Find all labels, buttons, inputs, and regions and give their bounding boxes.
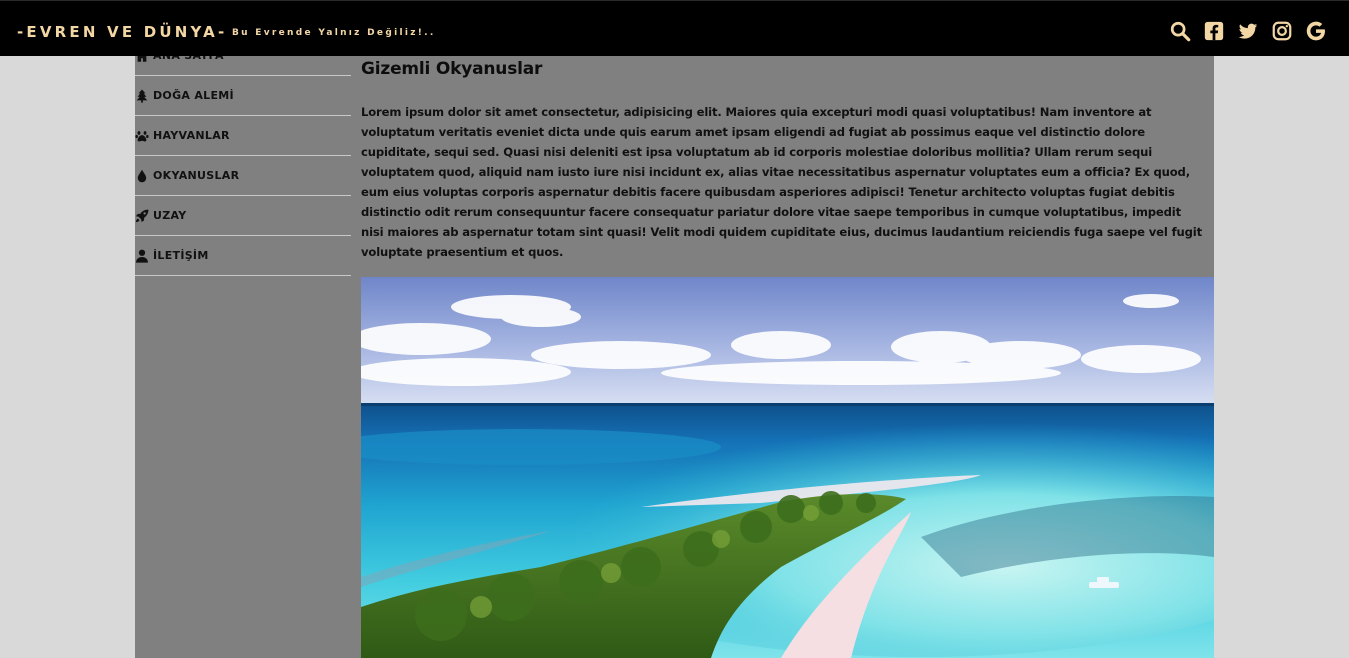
tree-icon [135, 88, 149, 103]
site-tagline: Bu Evrende Yalnız Değiliz!.. [232, 28, 436, 38]
user-icon [135, 249, 149, 263]
water-drop-icon [135, 169, 149, 183]
search-icon[interactable] [1169, 20, 1191, 42]
main-content: Gizemli Okyanuslar Lorem ipsum dolor sit… [361, 56, 1214, 658]
content-wrapper: ANA SAYFA DOĞA ALEMİ HAYVANLAR OKYANUSLA… [135, 0, 1214, 658]
article-paragraph: Lorem ipsum dolor sit amet consectetur, … [361, 105, 1202, 259]
sidebar-item-hayvanlar[interactable]: HAYVANLAR [135, 116, 351, 156]
sidebar-item-label: HAYVANLAR [153, 129, 230, 142]
sidebar-item-label: UZAY [153, 209, 187, 222]
top-navbar: -EVREN VE DÜNYA- Bu Evrende Yalnız Değil… [0, 0, 1349, 56]
article-title: Gizemli Okyanuslar [361, 59, 543, 79]
sidebar-item-label: OKYANUSLAR [153, 169, 240, 182]
instagram-icon[interactable] [1271, 20, 1293, 42]
paw-icon [135, 129, 149, 143]
google-icon[interactable] [1305, 20, 1327, 42]
facebook-icon[interactable] [1203, 20, 1225, 42]
sidebar-nav: ANA SAYFA DOĞA ALEMİ HAYVANLAR OKYANUSLA… [135, 36, 351, 276]
sidebar-item-doga-alemi[interactable]: DOĞA ALEMİ [135, 76, 351, 116]
ocean-island-photo [361, 277, 1214, 658]
sidebar-item-uzay[interactable]: UZAY [135, 196, 351, 236]
sidebar-item-iletisim[interactable]: İLETİŞİM [135, 236, 351, 276]
rocket-icon [135, 209, 149, 223]
social-links [1169, 19, 1327, 43]
sidebar-item-label: İLETİŞİM [153, 249, 209, 262]
site-brand[interactable]: -EVREN VE DÜNYA- [17, 23, 227, 41]
sidebar-item-okyanuslar[interactable]: OKYANUSLAR [135, 156, 351, 196]
twitter-icon[interactable] [1237, 20, 1259, 42]
sidebar-item-label: DOĞA ALEMİ [153, 89, 234, 102]
